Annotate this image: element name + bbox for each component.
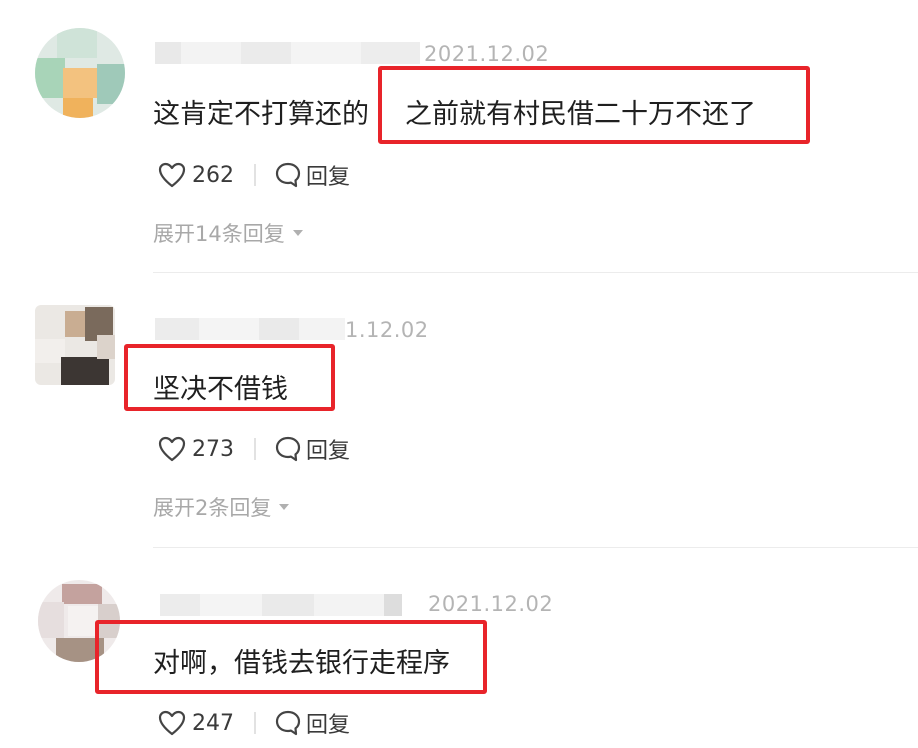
like-count: 247 — [192, 710, 234, 736]
comment-bubble-icon — [275, 710, 301, 736]
comment-item: 2021.12.02 对啊，借钱去银行走程序 247 回复 — [0, 0, 918, 748]
action-divider — [254, 712, 256, 734]
red-highlight-box — [95, 620, 487, 694]
reply-label: 回复 — [306, 713, 351, 738]
comment-timestamp: 2021.12.02 — [428, 592, 554, 616]
heart-icon — [158, 710, 186, 736]
username-blurred[interactable] — [160, 594, 410, 616]
reply-button[interactable]: 回复 — [274, 707, 350, 739]
like-button[interactable]: 247 — [158, 710, 234, 736]
comment-actions: 247 回复 — [158, 705, 350, 741]
